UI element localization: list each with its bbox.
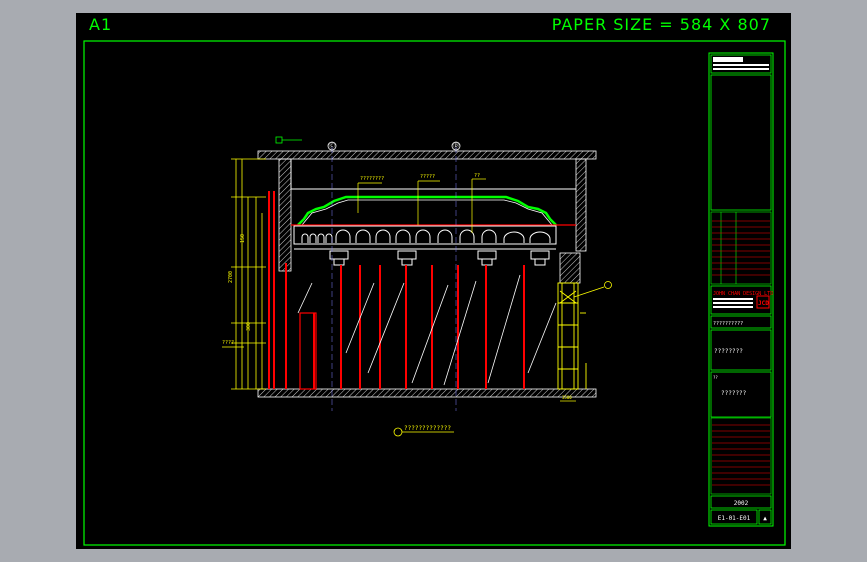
dim-text-1: 150 xyxy=(240,234,246,243)
floor-dim-text: 3500 xyxy=(562,395,572,400)
cad-drawing: 150 2700 300 Ⓒ Ⓓ ???????? ????? ?? ???? … xyxy=(83,40,786,546)
project-line: ?????????? xyxy=(713,321,743,327)
caption-text: ????????????? xyxy=(404,425,451,432)
right-column xyxy=(559,252,581,284)
sub-label: ?? xyxy=(713,375,718,380)
arch-band xyxy=(293,225,557,245)
drawing-number: E1-01-E01 xyxy=(718,515,751,522)
ceiling-slab xyxy=(257,150,597,160)
left-wall xyxy=(278,158,292,272)
drawing-title: ???????? xyxy=(714,348,743,355)
leader-note-3-text: ?? xyxy=(474,173,480,179)
elevation-caption: ????????????? xyxy=(393,425,454,437)
axis-bubble-c-label: Ⓒ xyxy=(329,142,335,150)
dim-text-3: 300 xyxy=(246,322,252,331)
arch-row xyxy=(301,229,551,243)
glass-reflections xyxy=(297,274,557,386)
sheet-border xyxy=(83,40,786,546)
axis-bubble-d-label: Ⓓ xyxy=(453,142,459,150)
detail-leader xyxy=(573,286,605,298)
revision-table xyxy=(710,211,772,285)
floor-slab xyxy=(257,388,597,398)
revision-mark: ▲ xyxy=(763,515,767,522)
right-frame xyxy=(557,282,587,390)
elevation-view: 150 2700 300 Ⓒ Ⓓ ???????? ????? ?? ???? … xyxy=(222,136,612,411)
right-wall xyxy=(575,158,587,252)
left-dimension-strip xyxy=(231,158,266,390)
drawing-sheet: A1 PAPER SIZE = 584 X 807 150 2700 300 Ⓒ… xyxy=(76,13,791,549)
info-table xyxy=(710,417,772,495)
leader-note-2 xyxy=(417,180,440,225)
leader-note-2-text: ????? xyxy=(420,174,435,180)
dim-text-2: 2700 xyxy=(228,271,234,283)
column-capitals xyxy=(329,250,550,266)
ceiling-cove-inner xyxy=(301,199,553,226)
detail-bubble xyxy=(604,281,612,289)
sub-value: ??????? xyxy=(721,390,747,397)
title-block: JOHN CHAN DESIGN LTD JCD ?????????? ????… xyxy=(708,52,774,527)
ceiling-cove xyxy=(297,195,557,226)
year-label: 2002 xyxy=(734,500,749,507)
leader-note-1-text: ???????? xyxy=(360,176,384,182)
red-columns xyxy=(268,191,525,389)
svg-text:JCD: JCD xyxy=(758,300,769,307)
left-dim-label: ???? xyxy=(222,340,234,346)
top-marker xyxy=(275,136,283,144)
